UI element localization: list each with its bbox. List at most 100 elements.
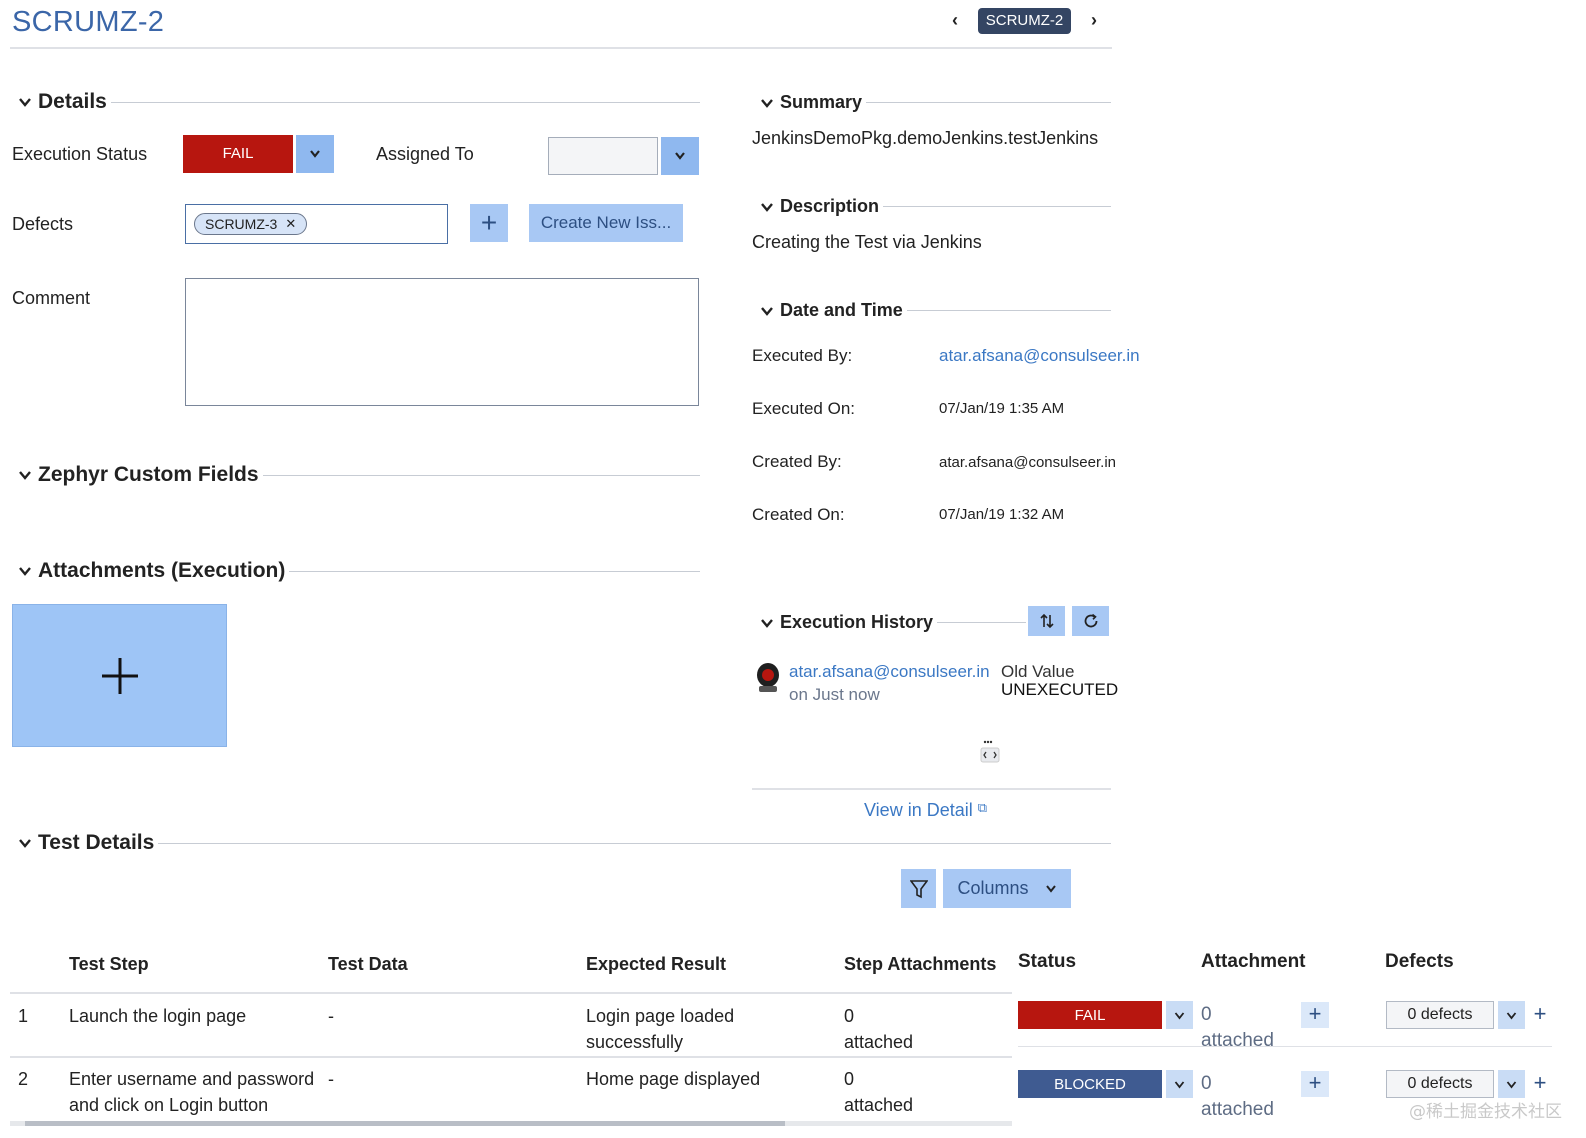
- columns-button-label: Columns: [957, 878, 1029, 898]
- sort-history-button[interactable]: [1028, 606, 1065, 636]
- row-number: 1: [18, 1006, 29, 1026]
- history-section-header[interactable]: Execution History: [760, 612, 1026, 633]
- executed-on-value: 07/Jan/19 1:35 AM: [939, 400, 1065, 417]
- chevron-down-icon: [761, 98, 773, 108]
- table-row-divider: [1018, 1046, 1552, 1047]
- chevron-right-icon[interactable]: ›: [1085, 10, 1103, 31]
- column-header-attachment: Attachment: [1201, 951, 1306, 972]
- created-by-label: Created By:: [752, 452, 842, 471]
- add-step-defect-button[interactable]: +: [1527, 1071, 1553, 1097]
- summary-section-label: Summary: [780, 92, 863, 112]
- history-section-label: Execution History: [780, 612, 934, 632]
- summary-section-header[interactable]: Summary: [760, 92, 1111, 113]
- executed-by-label: Executed By:: [752, 346, 853, 365]
- plus-icon: +: [1308, 1001, 1322, 1026]
- chevron-left-icon[interactable]: ‹: [946, 10, 964, 31]
- filter-button[interactable]: [901, 869, 936, 908]
- assigned-to-dropdown[interactable]: [661, 137, 699, 175]
- scrollbar-thumb[interactable]: [25, 1121, 785, 1126]
- step-status-value[interactable]: BLOCKED: [1018, 1070, 1162, 1098]
- chevron-down-icon: [1174, 1011, 1185, 1019]
- section-divider: [937, 622, 1026, 623]
- avatar: [756, 662, 780, 692]
- column-header-defects: Defects: [1385, 951, 1454, 972]
- section-divider: [906, 310, 1111, 311]
- filter-icon: [909, 879, 928, 898]
- defects-label: Defects: [12, 214, 74, 234]
- old-value: UNEXECUTED: [1001, 680, 1119, 699]
- description-text: Creating the Test via Jenkins: [752, 232, 982, 252]
- attachment-count: 0 attached: [1201, 1073, 1274, 1120]
- column-header-step-attachments: Step Attachments: [844, 954, 997, 974]
- step-defects-field[interactable]: 0 defects: [1386, 1001, 1494, 1029]
- column-header-status: Status: [1018, 951, 1077, 972]
- old-value-label: Old Value: [1001, 662, 1075, 681]
- section-divider: [883, 206, 1111, 207]
- view-in-detail-link[interactable]: View in Detail ⧉: [864, 800, 987, 821]
- add-step-defect-button[interactable]: +: [1527, 1002, 1553, 1028]
- details-section-header[interactable]: Details: [18, 90, 700, 114]
- test-step-cell: Launch the login page: [69, 1006, 247, 1026]
- step-status-value[interactable]: FAIL: [1018, 1001, 1162, 1029]
- close-icon[interactable]: ✕: [285, 216, 296, 232]
- history-time: on Just now: [789, 685, 880, 704]
- chevron-down-icon: [310, 150, 320, 158]
- date-time-section-header[interactable]: Date and Time: [760, 300, 1111, 321]
- chevron-down-icon: [761, 306, 773, 316]
- expected-result-cell: Login page loaded successfully: [586, 1006, 735, 1052]
- executed-by-link[interactable]: atar.afsana@consulseer.in: [939, 346, 1140, 366]
- section-divider: [158, 842, 1111, 844]
- history-divider: [752, 788, 1111, 790]
- test-data-cell: -: [328, 1006, 334, 1026]
- step-defects-dropdown[interactable]: [1498, 1001, 1525, 1029]
- created-on-label: Created On:: [752, 505, 845, 524]
- table-header-divider: [10, 992, 1012, 994]
- details-section-label: Details: [38, 90, 107, 113]
- columns-button[interactable]: Columns: [943, 869, 1071, 908]
- step-attachments-cell: 0 attached: [844, 1006, 914, 1052]
- assigned-to-label: Assigned To: [376, 144, 474, 164]
- create-new-issue-button[interactable]: Create New Iss...: [529, 204, 683, 242]
- chevron-down-icon: [1506, 1080, 1517, 1088]
- sort-icon: [1039, 613, 1054, 629]
- add-step-attachment-button[interactable]: +: [1301, 1071, 1329, 1097]
- step-defects-field[interactable]: 0 defects: [1386, 1070, 1494, 1098]
- comment-textarea[interactable]: [185, 278, 699, 406]
- step-defects-dropdown[interactable]: [1498, 1070, 1525, 1098]
- chevron-down-icon: [675, 152, 685, 160]
- custom-fields-section-header[interactable]: Zephyr Custom Fields: [18, 463, 700, 487]
- step-status-dropdown[interactable]: [1166, 1001, 1193, 1029]
- test-details-section-header[interactable]: Test Details: [18, 831, 1111, 855]
- defect-tag[interactable]: SCRUMZ-3 ✕: [194, 213, 308, 235]
- title-divider: [10, 47, 1112, 49]
- add-step-attachment-button[interactable]: +: [1301, 1002, 1329, 1028]
- chevron-down-icon: [761, 202, 773, 212]
- defect-tag-label: SCRUMZ-3: [205, 216, 278, 232]
- created-on-value: 07/Jan/19 1:32 AM: [939, 506, 1065, 523]
- chevron-down-icon: [1506, 1011, 1517, 1019]
- history-user-link[interactable]: atar.afsana@consulseer.in: [789, 662, 990, 682]
- execution-status-dropdown[interactable]: [296, 135, 334, 173]
- executed-on-label: Executed On:: [752, 399, 856, 418]
- page-title: SCRUMZ-2: [12, 6, 165, 38]
- column-header-expected-result: Expected Result: [586, 954, 727, 974]
- assigned-to-field[interactable]: [548, 137, 658, 175]
- date-time-section-label: Date and Time: [780, 300, 903, 320]
- defects-input[interactable]: SCRUMZ-3 ✕: [185, 204, 448, 244]
- add-defect-button[interactable]: +: [470, 204, 508, 242]
- test-step-cell: Enter username and password and click on…: [69, 1069, 315, 1115]
- execution-status-value[interactable]: FAIL: [183, 135, 293, 173]
- refresh-history-button[interactable]: [1072, 606, 1109, 636]
- expand-more-icon[interactable]: [978, 738, 1002, 764]
- created-by-value: atar.afsana@consulseer.in: [939, 454, 1117, 471]
- plus-icon: +: [1533, 1070, 1547, 1095]
- description-section-header[interactable]: Description: [760, 196, 1111, 217]
- refresh-icon: [1084, 613, 1097, 628]
- step-status-dropdown[interactable]: [1166, 1070, 1193, 1098]
- expected-result-cell: Home page displayed: [586, 1069, 761, 1089]
- attachments-section-header[interactable]: Attachments (Execution): [18, 559, 700, 583]
- custom-fields-section-label: Zephyr Custom Fields: [38, 463, 259, 486]
- add-attachment-button[interactable]: [12, 604, 227, 747]
- table-row-divider: [10, 1056, 1012, 1058]
- horizontal-scrollbar[interactable]: [10, 1121, 1012, 1126]
